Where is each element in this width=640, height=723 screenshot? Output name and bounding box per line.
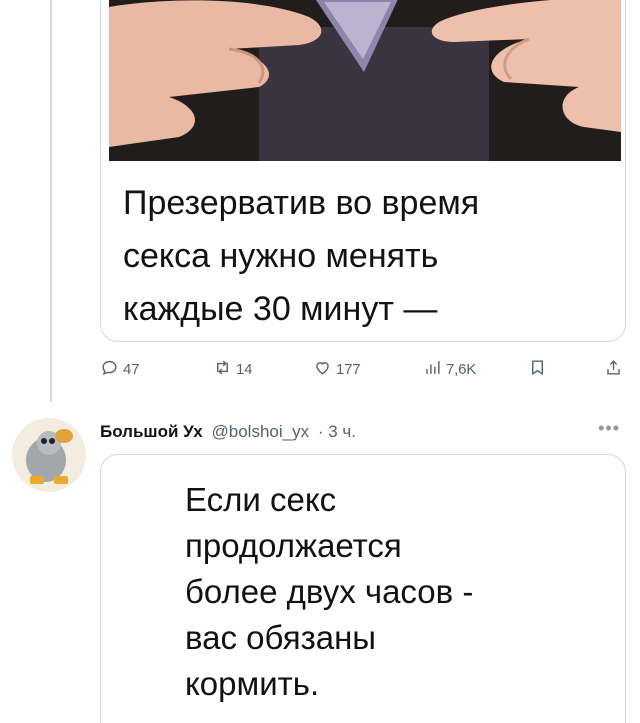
card-headline-line: каждые 30 минут — — [123, 290, 438, 328]
media-text-line: более двух часов - — [185, 573, 474, 610]
media-text-line: кормить. — [185, 665, 320, 702]
retweet-icon — [213, 358, 232, 381]
media-text-line: Если секс — [185, 481, 337, 518]
author-name[interactable]: Большой Ух — [100, 422, 203, 441]
share-button[interactable] — [604, 358, 623, 381]
share-icon — [604, 358, 623, 381]
views-icon — [423, 358, 442, 381]
tweet-header: Большой Ух @bolshoi_yx · 3 ч. — [100, 422, 356, 442]
retweet-count: 14 — [236, 361, 253, 378]
card-photo — [109, 0, 621, 161]
more-icon[interactable]: ••• — [598, 418, 620, 439]
tweet-action-bar: 47 14 177 7,6K — [0, 358, 640, 388]
like-icon — [313, 358, 332, 381]
tweet-media-card[interactable]: Если секс продолжается более двух часов … — [100, 454, 626, 723]
quoted-card[interactable]: Презерватив во время секса нужно менять … — [100, 0, 626, 342]
bookmark-icon — [528, 358, 547, 381]
media-text-line: продолжается — [185, 527, 402, 564]
card-headline-line: секса нужно менять — [123, 237, 439, 275]
card-headline: Презерватив во время секса нужно менять … — [123, 177, 593, 336]
tweet-time[interactable]: · 3 ч. — [318, 422, 356, 441]
bookmark-button[interactable] — [528, 358, 547, 381]
views-button[interactable]: 7,6K — [423, 358, 476, 381]
reply-button[interactable]: 47 — [100, 358, 140, 381]
views-count: 7,6K — [446, 361, 477, 378]
like-button[interactable]: 177 — [313, 358, 361, 381]
retweet-button[interactable]: 14 — [213, 358, 253, 381]
reply-count: 47 — [123, 361, 140, 378]
media-text: Если секс продолжается более двух часов … — [185, 477, 605, 707]
like-count: 177 — [336, 361, 361, 378]
avatar[interactable] — [12, 418, 86, 492]
thread-connector-line — [50, 0, 52, 402]
author-handle[interactable]: @bolshoi_yx — [212, 422, 310, 441]
media-text-line: вас обязаны — [185, 619, 377, 656]
reply-icon — [100, 358, 119, 381]
card-headline-line: Презерватив во время — [123, 184, 480, 222]
